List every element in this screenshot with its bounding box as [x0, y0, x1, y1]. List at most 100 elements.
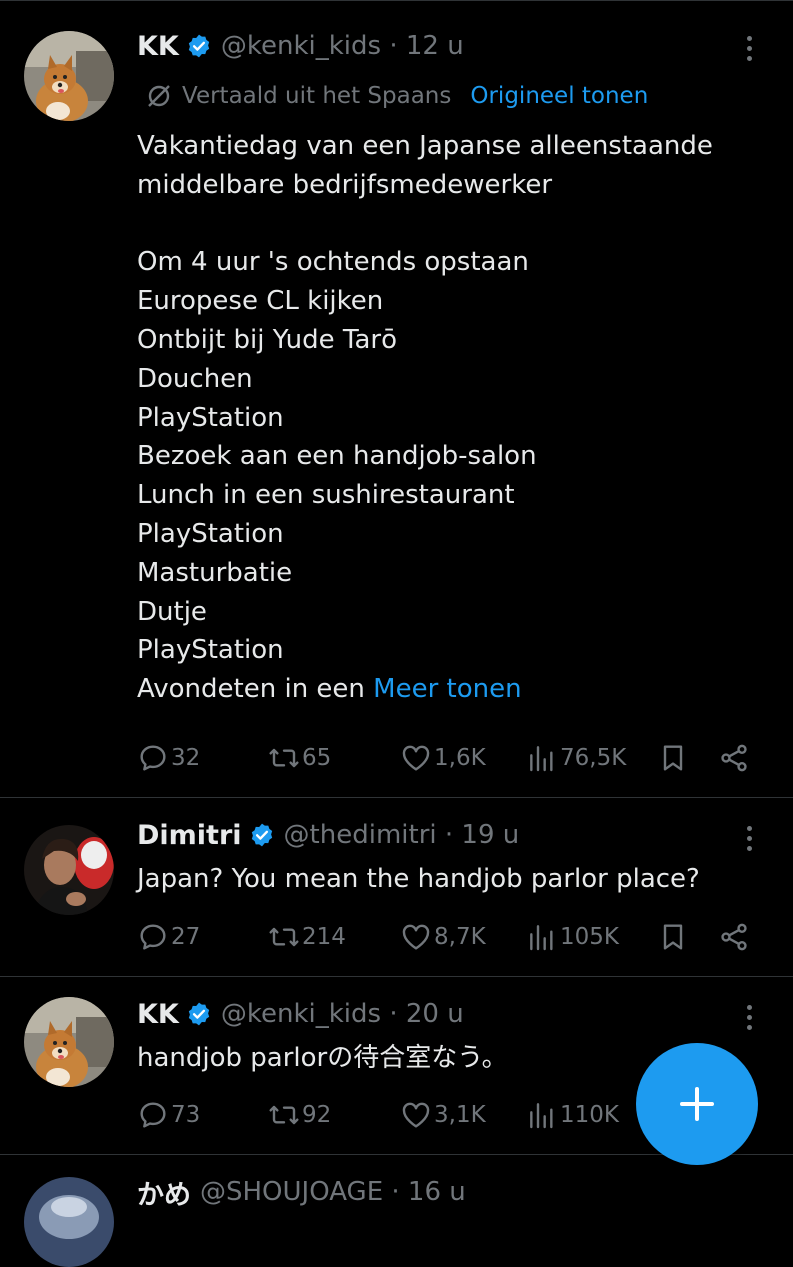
author-name[interactable]: Dimitri [137, 820, 242, 851]
tweet-header: Dimitri @thedimitri · 19 u [137, 815, 519, 855]
bookmark-button[interactable] [657, 917, 689, 957]
tweet-line: Lunch in een sushirestaurant [137, 480, 515, 511]
reply-button[interactable]: 73 [137, 1095, 200, 1135]
retweet-icon [269, 1105, 299, 1125]
share-button[interactable] [718, 738, 750, 778]
author-name[interactable]: KK [137, 31, 179, 62]
avatar-kk[interactable] [24, 31, 114, 121]
like-icon [402, 924, 430, 950]
like-count: 3,1K [434, 1102, 486, 1128]
author-handle-time[interactable]: @SHOUJOAGE · 16 u [200, 1177, 466, 1207]
like-button[interactable]: 1,6K [400, 738, 486, 778]
reply-count: 27 [171, 924, 201, 950]
reply-button[interactable]: 27 [137, 917, 200, 957]
reply-icon [140, 745, 166, 771]
timeline-top-edge [0, 0, 793, 13]
tweet-line: Ontbijt bij Yude Tarō [137, 324, 398, 355]
tweet-actions: 27 214 8,7K 105K [0, 917, 793, 957]
tweet-line: middelbare bedrijfsmedewerker [137, 169, 553, 200]
tweet-line: Douchen [137, 363, 253, 394]
reply-icon [140, 1102, 166, 1128]
tweet-actions: 32 65 1,6K 76,5K [0, 738, 793, 778]
reply-count: 73 [171, 1102, 201, 1128]
views-count: 110K [560, 1102, 619, 1128]
dog-avatar-image [24, 31, 114, 121]
like-button[interactable]: 8,7K [400, 917, 486, 957]
translate-icon [148, 85, 170, 107]
like-count: 8,7K [434, 924, 486, 950]
views-icon [530, 925, 553, 951]
more-options-icon[interactable] [734, 997, 764, 1037]
dog-avatar-image [24, 997, 114, 1087]
retweet-button[interactable]: 65 [268, 738, 331, 778]
translation-notice: Vertaald uit het Spaans Origineel tonen [146, 78, 648, 114]
bookmark-button[interactable] [657, 738, 689, 778]
show-original-link[interactable]: Origineel tonen [470, 83, 648, 109]
tweet-line: PlayStation [137, 518, 284, 549]
reply-button[interactable]: 32 [137, 738, 200, 778]
retweet-count: 214 [302, 924, 346, 950]
avatar-kk[interactable] [24, 997, 114, 1087]
tweet-text: Japan? You mean the handjob parlor place… [137, 860, 700, 899]
views-button[interactable]: 110K [526, 1095, 619, 1135]
views-count: 105K [560, 924, 619, 950]
tweet-line: Bezoek aan een handjob-salon [137, 441, 537, 472]
bookmark-icon [663, 745, 683, 771]
tweet-line: handjob parlorの待合室なう。 [137, 1043, 508, 1073]
share-button[interactable] [718, 917, 750, 957]
tweet-line: Dutje [137, 596, 207, 627]
tweet-text: Vakantiedag van een Japanse alleenstaand… [137, 127, 713, 709]
avatar-kame[interactable] [24, 1177, 114, 1267]
author-handle-time[interactable]: @thedimitri · 19 u [284, 820, 520, 850]
retweet-button[interactable]: 92 [268, 1095, 331, 1135]
tweet-line: Europese CL kijken [137, 286, 384, 317]
translation-label: Vertaald uit het Spaans [182, 83, 452, 109]
author-name[interactable]: かめ [137, 1173, 191, 1212]
divider [0, 797, 793, 798]
more-options-icon[interactable] [734, 28, 764, 68]
retweet-icon [269, 748, 299, 768]
author-handle-time[interactable]: @kenki_kids · 20 u [221, 999, 464, 1029]
tweet-line: Om 4 uur 's ochtends opstaan [137, 247, 529, 278]
tweet-header: KK @kenki_kids · 20 u [137, 994, 464, 1034]
compose-button[interactable] [636, 1043, 758, 1165]
verified-badge-icon [188, 34, 210, 58]
views-icon [530, 746, 553, 772]
bookmark-icon [663, 924, 683, 950]
tweet-line: Masturbatie [137, 557, 293, 588]
tweet-line: Vakantiedag van een Japanse alleenstaand… [137, 131, 713, 161]
avatar-dimitri[interactable] [24, 825, 114, 915]
like-count: 1,6K [434, 745, 486, 771]
tweet-line: ​ [137, 205, 713, 244]
retweet-count: 65 [302, 745, 332, 771]
verified-badge-icon [251, 823, 272, 847]
more-options-icon[interactable] [734, 818, 764, 858]
author-handle-time[interactable]: @kenki_kids · 12 u [221, 31, 464, 61]
tweet-line: PlayStation [137, 402, 284, 433]
like-icon [402, 1102, 430, 1128]
like-icon [402, 745, 430, 771]
author-name[interactable]: KK [137, 999, 179, 1030]
tweet-header: KK @kenki_kids · 12 u [137, 26, 464, 66]
tweet-text: handjob parlorの待合室なう。 [137, 1039, 508, 1078]
compose-plus-icon [680, 1087, 714, 1121]
divider [0, 976, 793, 977]
views-icon [530, 1103, 553, 1129]
share-icon [721, 923, 747, 951]
tweet-line: PlayStation [137, 635, 284, 666]
tweet-line-text: Avondeten in een [137, 674, 374, 705]
person-avatar-image [24, 825, 114, 915]
views-button[interactable]: 105K [526, 917, 619, 957]
verified-badge-icon [188, 1002, 210, 1026]
tweet-line: Avondeten in een Meer tonen [137, 670, 713, 709]
views-button[interactable]: 76,5K [526, 738, 626, 778]
like-button[interactable]: 3,1K [400, 1095, 486, 1135]
share-icon [721, 744, 747, 772]
tweet-line: Japan? You mean the handjob parlor place… [137, 864, 700, 894]
show-more-link[interactable]: Meer tonen [373, 674, 521, 704]
reply-count: 32 [171, 745, 201, 771]
animal-avatar-image [24, 1177, 114, 1267]
tweet-header: かめ @SHOUJOAGE · 16 u [137, 1172, 466, 1212]
retweet-count: 92 [302, 1102, 332, 1128]
retweet-button[interactable]: 214 [268, 917, 346, 957]
